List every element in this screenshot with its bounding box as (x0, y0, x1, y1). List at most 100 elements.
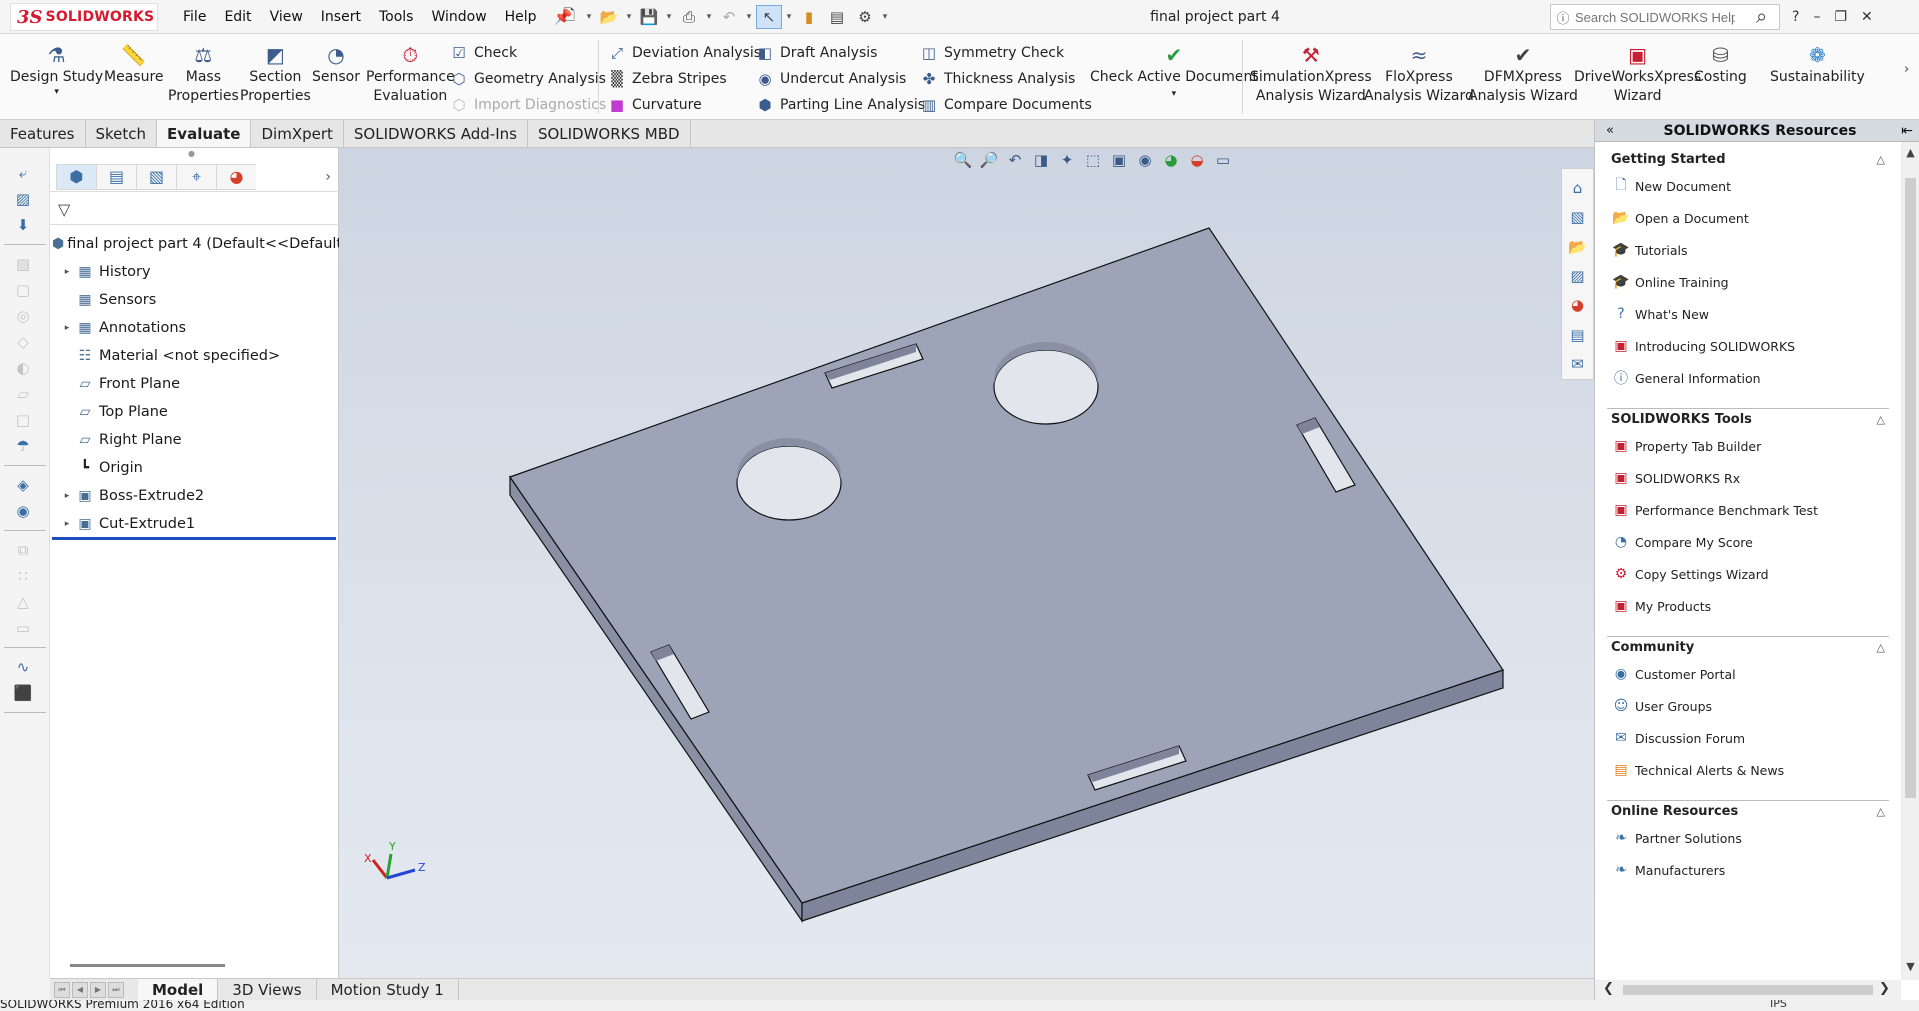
tab-solidworks-add-ins[interactable]: SOLIDWORKS Add-Ins (344, 120, 528, 147)
first-tab-icon[interactable]: ⏮ (54, 981, 70, 998)
curves-icon[interactable]: ∿ (6, 654, 40, 680)
resource-link[interactable]: ❧ Partner Solutions (1607, 822, 1889, 854)
resource-link[interactable]: ⓘ General Information (1607, 362, 1889, 394)
menu-file[interactable]: File (174, 9, 215, 25)
measure-button[interactable]: 📏 Measure (104, 42, 164, 87)
design-study-button[interactable]: ⚗ Design Study ▾ (10, 42, 103, 97)
performance-evaluation-button[interactable]: ⏱ Performance Evaluation (366, 42, 455, 106)
minimize-icon[interactable]: – (1813, 9, 1820, 25)
collapse-section-icon[interactable]: △ (1877, 805, 1885, 818)
collapse-section-icon[interactable]: △ (1877, 641, 1885, 654)
simulationxpress-button[interactable]: ⚒ SimulationXpress Analysis Wizard (1250, 42, 1372, 106)
collapse-pane-chevron-icon[interactable]: « (1595, 123, 1625, 138)
tree-item-front-plane[interactable]: ▱ Front Plane (50, 370, 339, 398)
scroll-left-icon[interactable]: ❮ (1603, 981, 1614, 996)
rebuild-icon[interactable]: ▮ (796, 5, 822, 29)
menu-help[interactable]: Help (496, 9, 546, 25)
tab-motion-study-1[interactable]: Motion Study 1 (317, 978, 459, 1001)
task-pane-horizontal-scrollbar[interactable]: ❮ ❯ (1595, 980, 1901, 1000)
tree-item-top-plane[interactable]: ▱ Top Plane (50, 398, 339, 426)
resource-link[interactable]: 🎓 Online Training (1607, 266, 1889, 298)
resource-link[interactable]: 🎓 Tutorials (1607, 234, 1889, 266)
instant3d-icon[interactable]: ⬇ (6, 212, 40, 238)
floxpress-button[interactable]: ≈ FloXpress Analysis Wizard (1364, 42, 1474, 106)
solidworks-resources-home-icon[interactable]: ⌂ (1573, 173, 1583, 202)
resource-link[interactable]: ▣ SOLIDWORKS Rx (1607, 462, 1889, 494)
tab-sketch[interactable]: Sketch (86, 120, 158, 147)
hscroll-thumb[interactable] (1623, 985, 1873, 995)
tab-model[interactable]: Model (138, 978, 219, 1001)
apply-scene-icon[interactable]: ◒ (1186, 151, 1208, 169)
section-properties-button[interactable]: ◩ Section Properties (240, 42, 311, 106)
rollback-bar[interactable] (52, 537, 336, 540)
hole-wizard-icon[interactable]: ◈ (6, 472, 40, 498)
dfmxpress-button[interactable]: ✔ DFMXpress Analysis Wizard (1468, 42, 1578, 106)
edit-appearance-icon[interactable]: ◕ (1160, 151, 1182, 169)
scroll-right-icon[interactable]: ❯ (1879, 981, 1890, 996)
filter-funnel-icon[interactable]: ▽ (58, 200, 70, 219)
open-dropdown-icon[interactable]: ▾ (624, 12, 634, 22)
resource-link[interactable]: ⚙ Copy Settings Wizard (1607, 558, 1889, 590)
select-dropdown-icon[interactable]: ▾ (784, 12, 794, 22)
import-diagnostics-button[interactable]: ⬡ Import Diagnostics (448, 92, 606, 118)
resource-link[interactable]: ☺ User Groups (1607, 690, 1889, 722)
configuration-manager-icon[interactable]: ▧ (136, 163, 176, 190)
tab-features[interactable]: Features (0, 120, 86, 147)
appearances-scenes-icon[interactable]: ◕ (1571, 291, 1584, 320)
section-header[interactable]: SOLIDWORKS Tools △ (1607, 408, 1889, 430)
tree-item-boss-extrude2[interactable]: ▸ ▣ Boss-Extrude2 (50, 482, 339, 510)
resource-link[interactable]: 📂 Open a Document (1607, 202, 1889, 234)
view-palette-icon[interactable]: ▨ (1570, 261, 1584, 290)
sweep-disabled-icon[interactable]: ◎ (6, 303, 40, 329)
menu-tools[interactable]: Tools (370, 9, 423, 25)
shell-disabled-icon[interactable]: □ (6, 407, 40, 433)
driveworksxpress-button[interactable]: ▣ DriveWorksXpress Wizard (1574, 42, 1701, 106)
design-library-icon[interactable]: ▧ (1570, 202, 1584, 231)
prev-tab-icon[interactable]: ◀ (72, 981, 88, 998)
check-button[interactable]: ☑ Check (448, 40, 606, 66)
hide-show-items-icon[interactable]: ◉ (1134, 151, 1156, 169)
compare-documents-button[interactable]: ▥ Compare Documents (918, 92, 1092, 118)
smart-dimension-icon[interactable]: ⤶ (6, 160, 40, 186)
tab-3d-views[interactable]: 3D Views (218, 978, 317, 1001)
tab-solidworks-mbd[interactable]: SOLIDWORKS MBD (528, 120, 691, 147)
view-orientation-icon[interactable]: ⬚ (1082, 151, 1104, 169)
thickness-analysis-button[interactable]: ✤ Thickness Analysis (918, 66, 1092, 92)
options-dropdown-icon[interactable]: ▾ (880, 12, 890, 22)
design-study-dropdown-icon[interactable]: ▾ (54, 87, 59, 97)
restore-icon[interactable]: ❐ (1834, 9, 1847, 25)
draft-disabled-icon[interactable]: △ (6, 589, 40, 615)
tab-evaluate[interactable]: Evaluate (157, 120, 252, 147)
feature-manager-tree-icon[interactable]: ⬢ (56, 163, 96, 190)
rib-disabled-icon[interactable]: ▭ (6, 615, 40, 641)
unit-system[interactable]: IPS (1770, 1000, 1787, 1010)
panel-splitter-dot-icon[interactable]: ● (188, 149, 195, 158)
tree-item-annotations[interactable]: ▸ ▦ Annotations (50, 314, 339, 342)
section-header[interactable]: Community △ (1607, 636, 1889, 658)
tree-item-origin[interactable]: ┗ Origin (50, 454, 339, 482)
resource-link[interactable]: ✉ Discussion Forum (1607, 722, 1889, 754)
resource-link[interactable]: ? What's New (1607, 298, 1889, 330)
task-pane-vertical-scrollbar[interactable]: ▲ ▼ (1901, 142, 1919, 980)
search-input[interactable] (1575, 9, 1735, 25)
symmetry-check-button[interactable]: ◫ Symmetry Check (918, 40, 1092, 66)
round-hole-right[interactable] (993, 349, 1099, 425)
print-dropdown-icon[interactable]: ▾ (704, 12, 714, 22)
section-view-icon[interactable]: ◨ (1030, 151, 1052, 169)
zoom-to-area-icon[interactable]: 🔎 (978, 151, 1000, 169)
tab-dimxpert[interactable]: DimXpert (251, 120, 344, 147)
menu-insert[interactable]: Insert (312, 9, 370, 25)
dimxpert-manager-icon[interactable]: ⌖ (176, 163, 216, 190)
display-manager-icon[interactable]: ◕ (216, 163, 256, 190)
resource-link[interactable]: ▣ My Products (1607, 590, 1889, 622)
solidworks-forum-icon[interactable]: ✉ (1571, 350, 1584, 379)
check-active-dropdown-icon[interactable]: ▾ (1172, 87, 1177, 101)
mass-properties-button[interactable]: ⚖ Mass Properties (168, 42, 239, 106)
curvature-button[interactable]: ■ Curvature (606, 92, 761, 118)
tree-item-right-plane[interactable]: ▱ Right Plane (50, 426, 339, 454)
fillet-disabled-icon[interactable]: ◐ (6, 355, 40, 381)
scroll-thumb[interactable] (1905, 178, 1916, 798)
ribbon-overflow-chevron-icon[interactable]: › (1904, 62, 1909, 77)
revolve-disabled-icon[interactable]: ▢ (6, 277, 40, 303)
menu-window[interactable]: Window (422, 9, 495, 25)
